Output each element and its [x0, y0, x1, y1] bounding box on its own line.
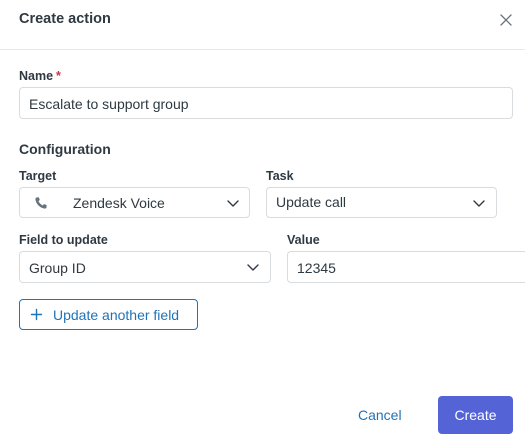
configuration-heading: Configuration: [19, 141, 111, 157]
chevron-down-icon: [227, 200, 239, 207]
target-label: Target: [19, 169, 57, 183]
name-input-value: Escalate to support group: [29, 96, 189, 112]
value-label: Value: [287, 233, 320, 247]
target-select-value: Zendesk Voice: [73, 195, 165, 211]
create-action-modal: Create action Name * Escalate to support …: [0, 0, 525, 448]
name-input[interactable]: Escalate to support group: [19, 87, 513, 119]
chevron-down-icon: [473, 200, 485, 207]
modal-title: Create action: [19, 11, 111, 27]
field-to-update-value: Group ID: [29, 260, 86, 276]
create-button-label: Create: [454, 407, 497, 423]
field-to-update-select[interactable]: Group ID: [19, 251, 271, 283]
value-input-value: 12345: [297, 260, 336, 276]
target-select[interactable]: Zendesk Voice: [19, 187, 250, 218]
update-another-field-label: Update another field: [53, 307, 180, 323]
required-mark: *: [56, 69, 61, 83]
plus-icon: [30, 308, 43, 321]
name-label-text: Name: [19, 69, 54, 83]
close-button[interactable]: [497, 11, 515, 29]
task-select[interactable]: Update call: [266, 187, 497, 218]
phone-icon: [35, 197, 47, 209]
create-button[interactable]: Create: [438, 396, 513, 434]
name-label: Name *: [19, 69, 61, 83]
task-select-value: Update call: [276, 194, 347, 210]
update-another-field-button[interactable]: Update another field: [19, 299, 198, 330]
modal-header: Create action: [0, 0, 525, 50]
cancel-button[interactable]: Cancel: [345, 398, 417, 432]
task-label: Task: [266, 169, 294, 183]
value-input[interactable]: 12345: [287, 251, 525, 283]
close-icon: [500, 14, 512, 26]
cancel-button-label: Cancel: [358, 407, 402, 423]
field-to-update-label: Field to update: [19, 233, 108, 247]
chevron-down-icon: [247, 264, 259, 271]
